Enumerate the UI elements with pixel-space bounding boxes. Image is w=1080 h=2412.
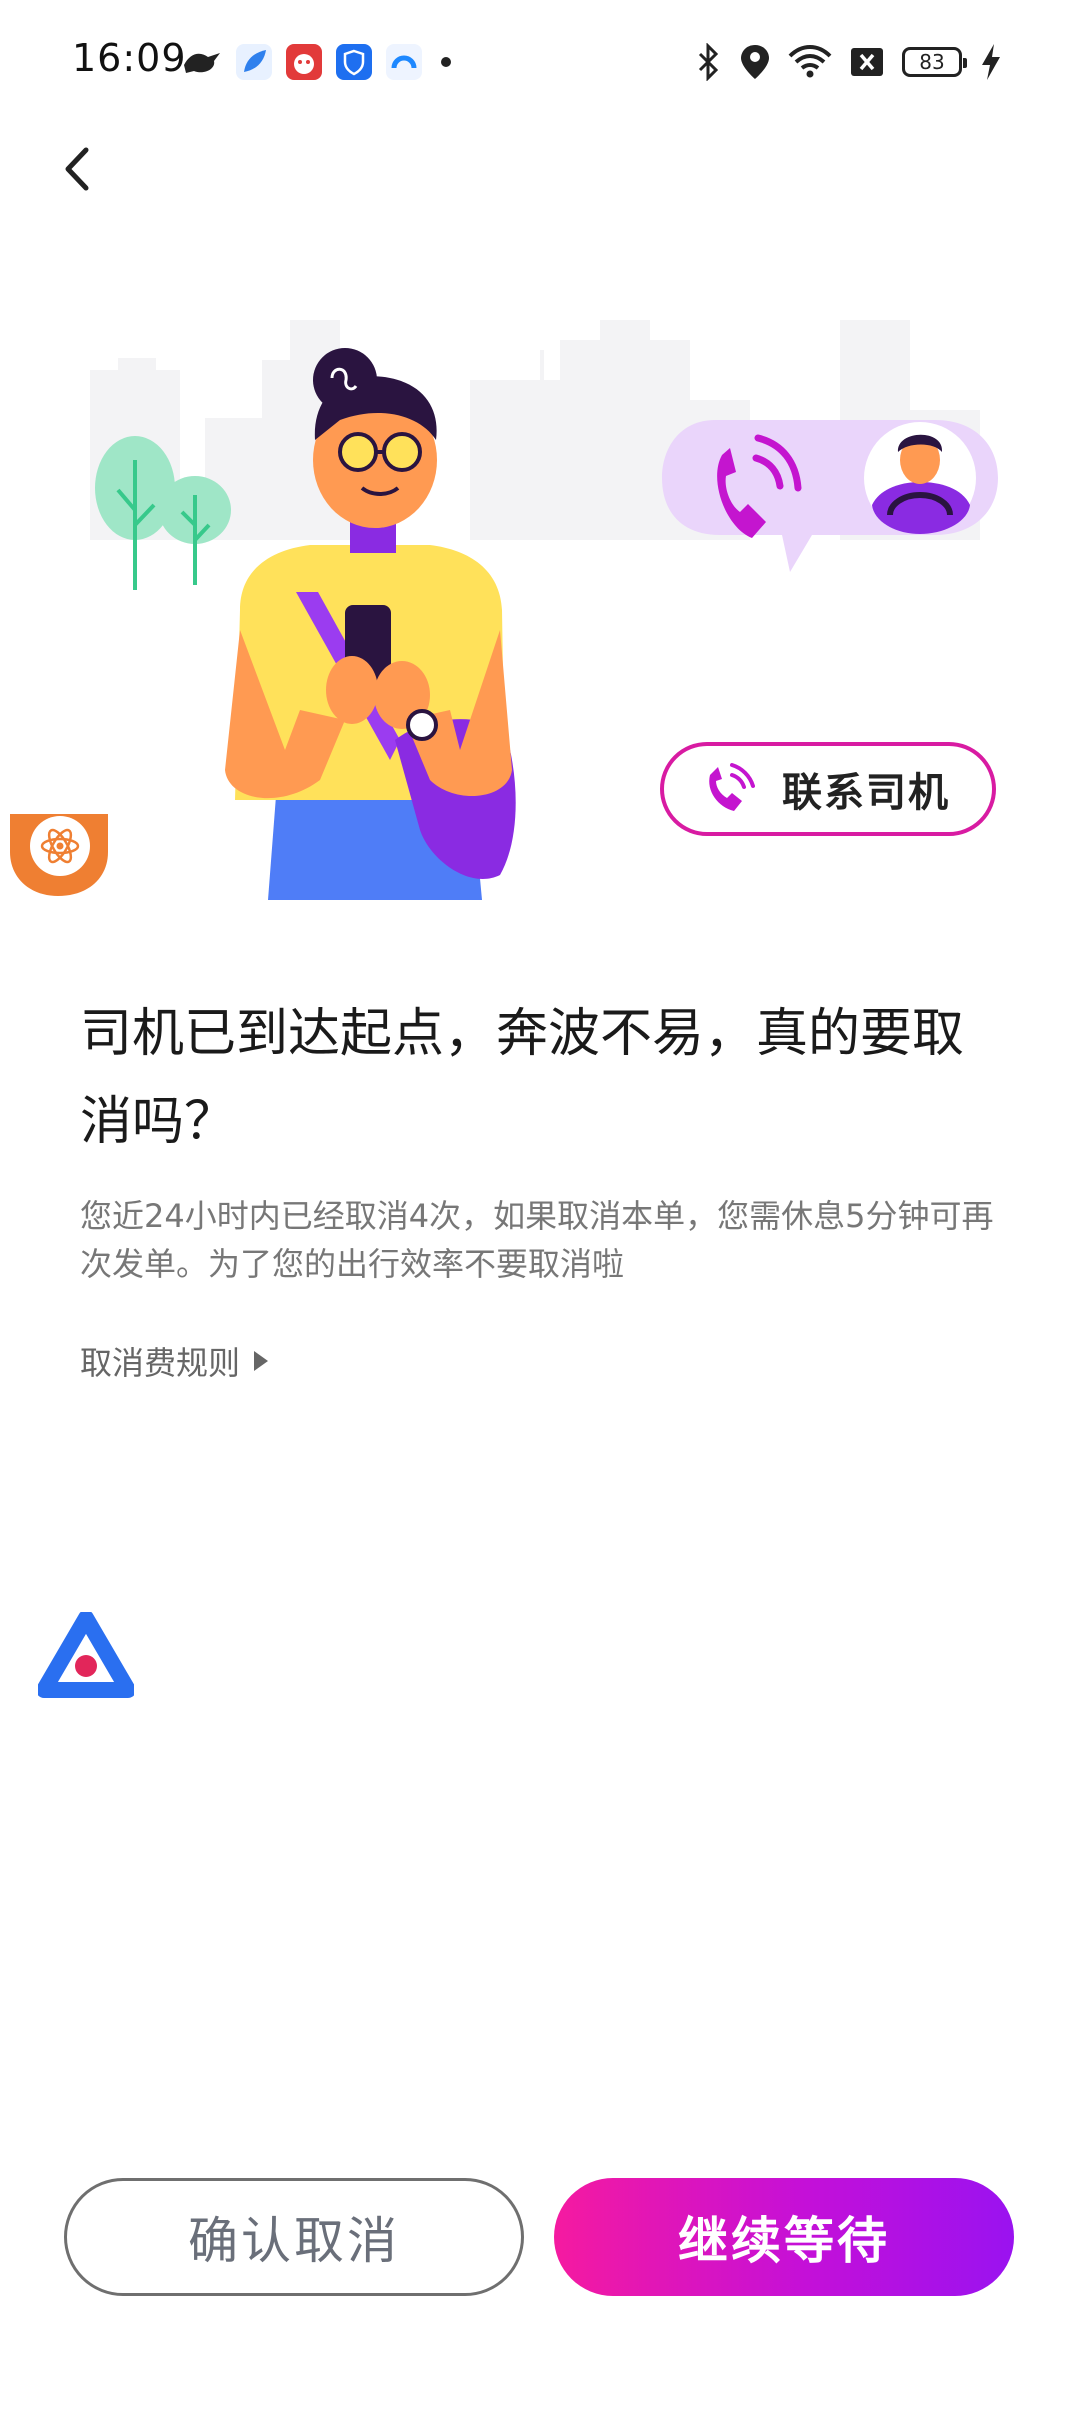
assistant-logo-icon [36,1610,136,1698]
more-dot-icon [441,57,451,67]
status-bar: 16:09 83 [0,0,1080,122]
location-icon [741,45,769,79]
status-time: 16:09 [72,36,187,80]
continue-waiting-button[interactable]: 继续等待 [554,2178,1014,2296]
floating-assistant-widget[interactable] [36,1610,136,1702]
notification-icons [182,42,456,82]
phone-call-icon [709,763,755,811]
confirm-cancel-button[interactable]: 确认取消 [64,2178,524,2296]
illustration: 联系司机 [0,300,1080,900]
atom-icon [10,814,108,896]
charging-icon [982,44,1000,80]
chevron-left-icon [65,147,89,191]
wifi-icon [788,45,832,78]
page-title: 司机已到达起点，奔波不易，真的要取消吗？ [80,1004,965,1152]
bluetooth-icon [698,43,719,81]
contact-driver-label: 联系司机 [782,770,950,816]
rules-link-label: 取消费规则 [80,1344,241,1382]
sim-off-icon [851,48,883,76]
cancellation-fee-rules-link[interactable]: 取消费规则 [80,1336,269,1386]
shield-app-icon [336,44,372,80]
play-arrow-icon [254,1351,269,1371]
feather-app-icon [236,44,272,80]
bird-app-icon [184,53,220,73]
battery-indicator: 83 [902,47,967,77]
cancel-description: 您近24小时内已经取消4次，如果取消本单，您需休息5分钟可再次发单。为了您的出行… [80,1197,994,1283]
floating-atom-widget[interactable] [8,812,110,898]
cloud-app-icon [386,44,422,80]
shopping-618-app-icon [286,44,322,80]
contact-driver-button[interactable]: 联系司机 [660,742,996,836]
back-button[interactable] [44,134,114,204]
system-icons: 83 [696,40,1002,84]
